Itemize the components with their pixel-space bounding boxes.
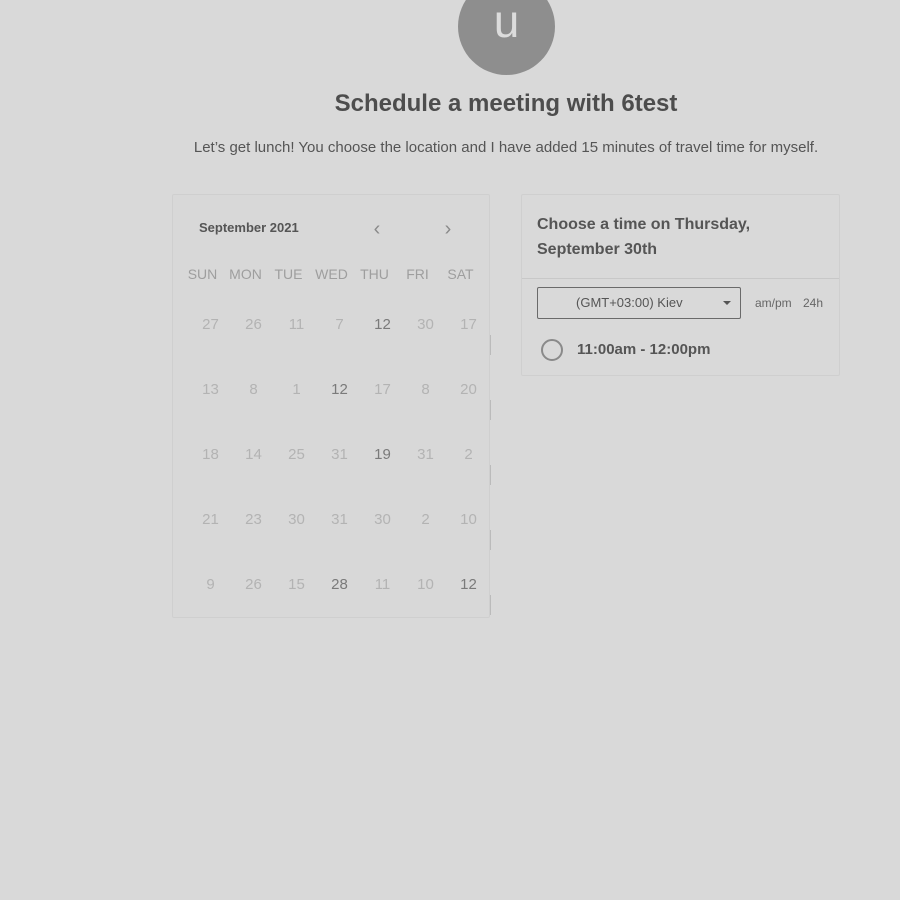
calendar-day: 23 [245, 511, 262, 528]
calendar-week-row: 21 23 30 31 30 2 10 [189, 501, 491, 566]
calendar-day: 30 [288, 511, 305, 528]
date-picker-calendar: September 2021 ‹ › SUN MON TUE WED THU F… [172, 194, 491, 618]
calendar-week-row: 9 26 15 28 11 10 12 [189, 566, 491, 631]
avatar-initial: u [493, 0, 520, 47]
calendar-day: 30 [374, 511, 391, 528]
calendar-day: 10 [417, 576, 434, 593]
calendar-day: 11 [374, 576, 391, 593]
panel-divider [522, 278, 839, 279]
format-24h-toggle[interactable]: 24h [803, 296, 823, 310]
weekday-label: SAT [447, 266, 474, 282]
calendar-day: 8 [421, 381, 430, 398]
calendar-day: 13 [202, 381, 219, 398]
calendar-week-row: 27 26 11 7 12 30 17 [189, 306, 491, 371]
calendar-day: 31 [331, 511, 348, 528]
time-panel-heading: Choose a time on Thursday, September 30t… [537, 216, 751, 258]
weekday-label: FRI [406, 266, 429, 282]
time-slot-option[interactable]: 11:00am - 12:00pm [541, 338, 821, 364]
calendar-day: 26 [245, 316, 262, 333]
week-separator [490, 335, 491, 355]
weekday-label: SUN [187, 266, 218, 282]
calendar-day: 25 [288, 446, 305, 463]
calendar-day: 2 [464, 446, 473, 463]
calendar-day[interactable]: 12 [318, 371, 361, 436]
week-separator [490, 595, 491, 615]
chevron-left-icon: ‹ [373, 218, 381, 240]
calendar-day: 20 [460, 381, 477, 398]
caret-down-icon [723, 301, 731, 305]
host-avatar: u [458, 0, 555, 75]
calendar-day[interactable]: 12 [447, 566, 490, 631]
calendar-week-row: 13 8 1 12 17 8 20 [189, 371, 491, 436]
chevron-right-icon: › [444, 218, 452, 240]
calendar-day: 9 [206, 576, 215, 593]
timezone-value: (GMT+03:00) Kiev [576, 295, 683, 310]
calendar-day[interactable]: 19 [361, 436, 404, 501]
weekday-label: WED [315, 266, 348, 282]
radio-circle-icon[interactable] [541, 339, 563, 361]
calendar-day: 10 [460, 511, 477, 528]
calendar-day: 31 [417, 446, 434, 463]
week-separator [490, 465, 491, 485]
calendar-day: 15 [288, 576, 305, 593]
calendar-day: 18 [202, 446, 219, 463]
calendar-day: 11 [288, 316, 305, 333]
weekday-header-row: SUN MON TUE WED THU FRI SAT [181, 266, 483, 282]
week-separator [490, 400, 491, 420]
weekday-label: THU [360, 266, 389, 282]
calendar-day: 8 [249, 381, 258, 398]
calendar-week-row: 18 14 25 31 19 31 2 [189, 436, 491, 501]
time-slot-label: 11:00am - 12:00pm [577, 341, 711, 358]
calendar-day: 26 [245, 576, 262, 593]
scheduling-page: u Schedule a meeting with 6test Let’s ge… [0, 0, 900, 900]
next-month-button[interactable]: › [438, 218, 458, 240]
previous-month-button[interactable]: ‹ [367, 218, 387, 240]
calendar-day: 7 [335, 316, 344, 333]
weekday-label: MON [229, 266, 262, 282]
calendar-day-grid: 27 26 11 7 12 30 17 13 8 1 12 17 8 20 18 14 25 31 19 31 2 21 2… [189, 306, 491, 631]
calendar-day: 17 [374, 381, 391, 398]
calendar-day: 17 [460, 316, 477, 333]
week-separator [490, 530, 491, 550]
time-selection-panel: Choose a time on Thursday, September 30t… [521, 194, 840, 376]
timezone-select[interactable]: (GMT+03:00) Kiev [537, 287, 741, 319]
calendar-day: 30 [417, 316, 434, 333]
calendar-day[interactable]: 12 [361, 306, 404, 371]
weekday-label: TUE [274, 266, 303, 282]
calendar-day: 27 [202, 316, 219, 333]
calendar-day[interactable]: 28 [318, 566, 361, 631]
meeting-description: Let’s get lunch! You choose the location… [193, 139, 819, 156]
calendar-day: 2 [421, 511, 430, 528]
page-title: Schedule a meeting with 6test [334, 90, 678, 117]
calendar-month-label: September 2021 [199, 220, 299, 235]
format-ampm-toggle[interactable]: am/pm [755, 296, 792, 310]
calendar-day: 31 [331, 446, 348, 463]
calendar-day: 21 [202, 511, 219, 528]
calendar-day: 1 [292, 381, 301, 398]
calendar-day: 14 [245, 446, 262, 463]
